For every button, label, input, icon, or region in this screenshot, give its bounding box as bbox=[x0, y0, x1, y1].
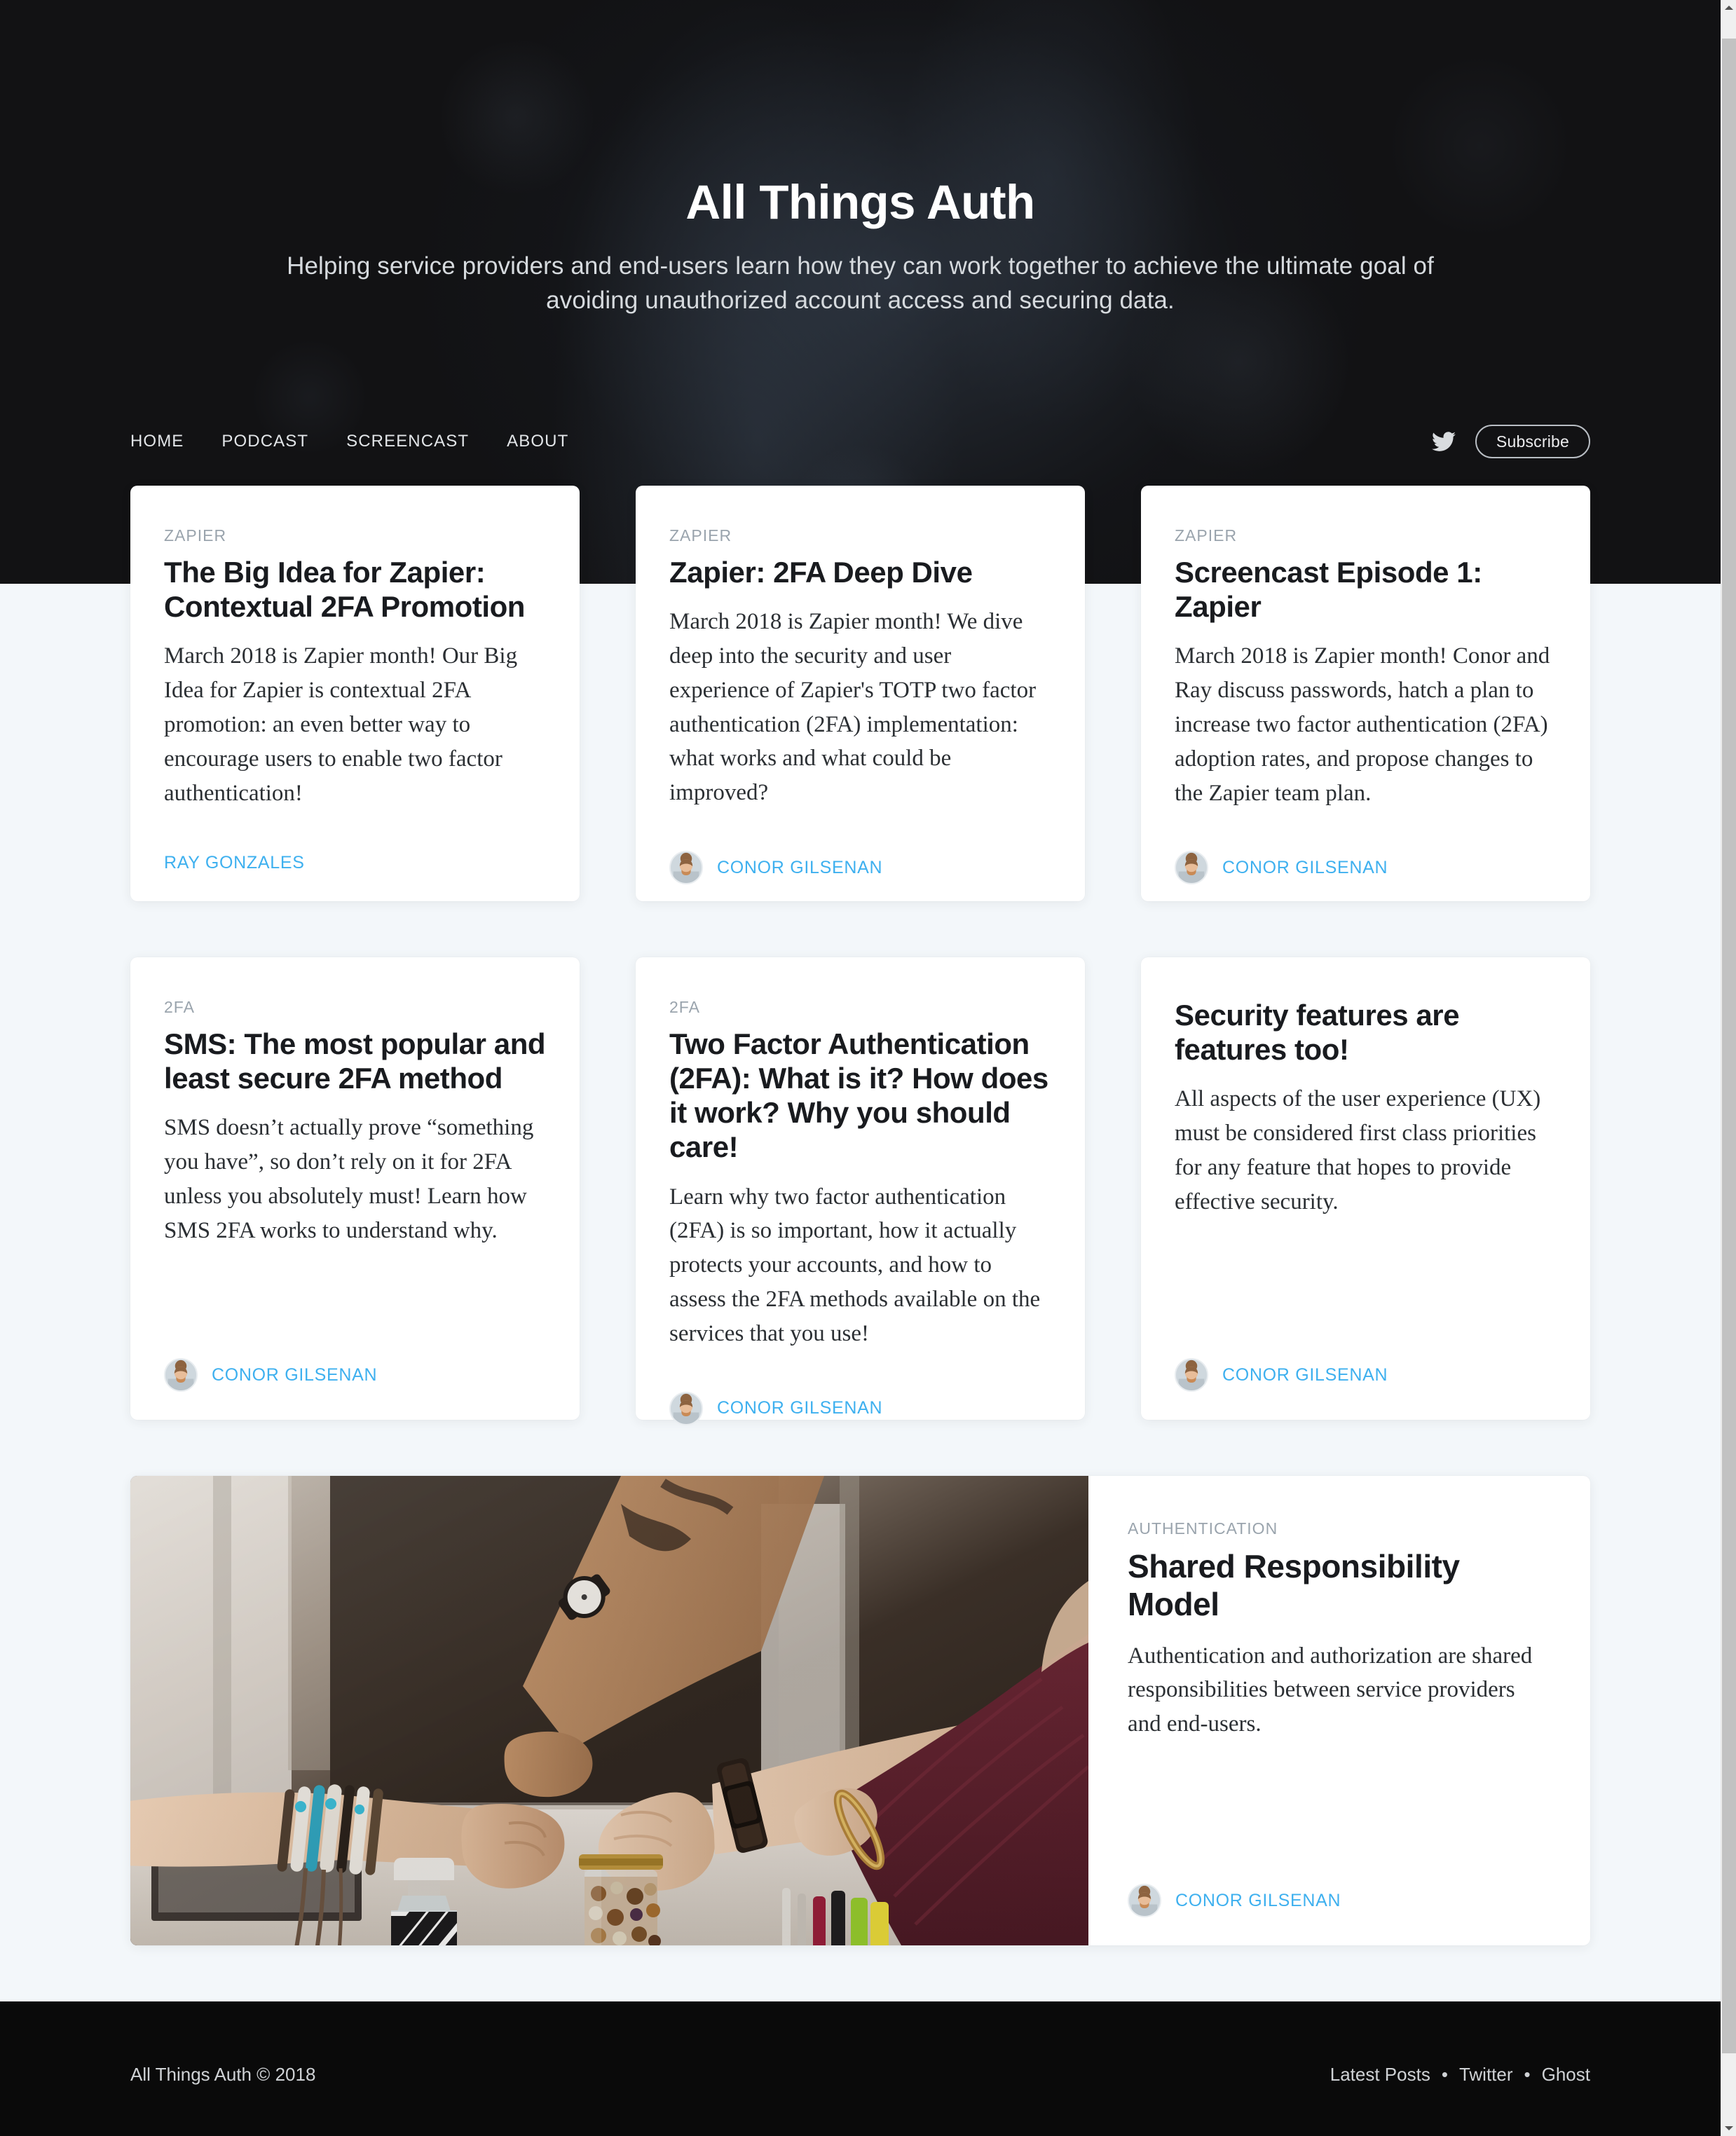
post-excerpt: Learn why two factor authentication (2FA… bbox=[669, 1184, 1041, 1346]
post-card[interactable]: 2FA SMS: The most popular and least secu… bbox=[130, 957, 580, 1420]
post-title[interactable]: SMS: The most popular and least secure 2… bbox=[164, 1027, 546, 1095]
post-author[interactable]: CONOR GILSENAN bbox=[717, 1398, 882, 1418]
nav-item-podcast[interactable]: PODCAST bbox=[221, 425, 308, 458]
avatar[interactable] bbox=[669, 1391, 703, 1425]
subscribe-button[interactable]: Subscribe bbox=[1475, 425, 1590, 458]
page-root: All Things Auth Helping service provider… bbox=[0, 0, 1736, 2136]
post-excerpt: All aspects of the user experience (UX) … bbox=[1175, 1086, 1541, 1214]
footer-separator: • bbox=[1524, 2063, 1531, 2085]
post-tag[interactable]: 2FA bbox=[164, 998, 546, 1017]
scroll-up-arrow-icon[interactable] bbox=[1721, 0, 1736, 15]
nav-item-about[interactable]: ABOUT bbox=[507, 425, 568, 458]
avatar[interactable] bbox=[669, 851, 703, 885]
post-tag[interactable]: ZAPIER bbox=[164, 526, 546, 545]
featured-post-card[interactable]: AUTHENTICATION Shared Responsibility Mod… bbox=[130, 1476, 1590, 1945]
post-meta: CONOR GILSENAN bbox=[1175, 1317, 1557, 1392]
scroll-down-arrow-icon[interactable] bbox=[1721, 2121, 1736, 2136]
post-title[interactable]: Zapier: 2FA Deep Dive bbox=[669, 555, 1051, 589]
post-title[interactable]: Security features are features too! bbox=[1175, 998, 1557, 1067]
footer-copyright: All Things Auth © 2018 bbox=[130, 2063, 316, 2085]
main-navigation: HOME PODCAST SCREENCAST ABOUT Subscribe bbox=[0, 415, 1721, 468]
post-excerpt: March 2018 is Zapier month! Conor and Ra… bbox=[1175, 643, 1550, 806]
post-author[interactable]: CONOR GILSENAN bbox=[1175, 1891, 1341, 1911]
avatar[interactable] bbox=[1175, 1358, 1208, 1392]
post-meta: CONOR GILSENAN bbox=[1175, 810, 1557, 885]
post-meta: CONOR GILSENAN bbox=[669, 1351, 1051, 1425]
post-title[interactable]: Shared Responsibility Model bbox=[1128, 1548, 1551, 1624]
footer-links: Latest Posts • Twitter • Ghost bbox=[1330, 2064, 1590, 2086]
post-tag[interactable]: AUTHENTICATION bbox=[1128, 1519, 1551, 1538]
avatar[interactable] bbox=[1175, 851, 1208, 885]
hero-content: All Things Auth Helping service provider… bbox=[0, 0, 1721, 318]
post-tag[interactable]: ZAPIER bbox=[669, 526, 1051, 545]
post-meta: RAY GONZALES bbox=[164, 812, 546, 873]
site-footer: All Things Auth © 2018 Latest Posts • Tw… bbox=[0, 2001, 1721, 2136]
post-meta: CONOR GILSENAN bbox=[164, 1317, 546, 1392]
post-card[interactable]: Security features are features too! All … bbox=[1141, 957, 1590, 1420]
post-feed: ZAPIER The Big Idea for Zapier: Contextu… bbox=[0, 486, 1721, 1945]
browser-viewport: All Things Auth Helping service provider… bbox=[0, 0, 1721, 2136]
post-author[interactable]: CONOR GILSENAN bbox=[1222, 858, 1388, 878]
avatar[interactable] bbox=[1128, 1884, 1161, 1917]
featured-post-body: AUTHENTICATION Shared Responsibility Mod… bbox=[1088, 1476, 1590, 1945]
site-title: All Things Auth bbox=[685, 175, 1035, 229]
post-meta: CONOR GILSENAN bbox=[669, 810, 1051, 885]
post-title[interactable]: Two Factor Authentication (2FA): What is… bbox=[669, 1027, 1051, 1165]
post-author[interactable]: CONOR GILSENAN bbox=[1222, 1365, 1388, 1385]
post-author[interactable]: CONOR GILSENAN bbox=[717, 858, 882, 878]
post-tag[interactable]: 2FA bbox=[669, 998, 1051, 1017]
twitter-icon[interactable] bbox=[1431, 430, 1456, 453]
post-author[interactable]: RAY GONZALES bbox=[164, 853, 305, 873]
post-excerpt: Authentication and authorization are sha… bbox=[1128, 1643, 1533, 1737]
post-card[interactable]: 2FA Two Factor Authentication (2FA): Wha… bbox=[636, 957, 1085, 1425]
scrollbar-thumb[interactable] bbox=[1722, 39, 1736, 2053]
nav-actions: Subscribe bbox=[1431, 425, 1590, 458]
post-card[interactable]: ZAPIER The Big Idea for Zapier: Contextu… bbox=[130, 486, 580, 901]
footer-link-twitter[interactable]: Twitter bbox=[1459, 2064, 1513, 2086]
nav-links: HOME PODCAST SCREENCAST ABOUT bbox=[130, 425, 606, 458]
footer-separator: • bbox=[1441, 2063, 1448, 2085]
featured-post-image bbox=[130, 1476, 1088, 1945]
post-grid-row-1: ZAPIER The Big Idea for Zapier: Contextu… bbox=[130, 486, 1590, 901]
post-excerpt: SMS doesn’t actually prove “something yo… bbox=[164, 1115, 534, 1243]
post-grid-row-2: 2FA SMS: The most popular and least secu… bbox=[130, 957, 1590, 1425]
post-card[interactable]: ZAPIER Screencast Episode 1: Zapier Marc… bbox=[1141, 486, 1590, 901]
post-title[interactable]: The Big Idea for Zapier: Contextual 2FA … bbox=[164, 555, 546, 624]
post-title[interactable]: Screencast Episode 1: Zapier bbox=[1175, 555, 1557, 624]
post-author[interactable]: CONOR GILSENAN bbox=[212, 1365, 377, 1385]
footer-link-latest-posts[interactable]: Latest Posts bbox=[1330, 2064, 1430, 2086]
nav-item-screencast[interactable]: SCREENCAST bbox=[346, 425, 469, 458]
post-meta: CONOR GILSENAN bbox=[1128, 1843, 1551, 1917]
site-description: Helping service providers and end-users … bbox=[287, 252, 1434, 315]
post-tag[interactable]: ZAPIER bbox=[1175, 526, 1557, 545]
avatar[interactable] bbox=[164, 1358, 198, 1392]
post-excerpt: March 2018 is Zapier month! We dive deep… bbox=[669, 609, 1037, 806]
nav-item-home[interactable]: HOME bbox=[130, 425, 184, 458]
post-card[interactable]: ZAPIER Zapier: 2FA Deep Dive March 2018 … bbox=[636, 486, 1085, 901]
browser-scrollbar[interactable] bbox=[1721, 0, 1736, 2136]
post-excerpt: March 2018 is Zapier month! Our Big Idea… bbox=[164, 643, 518, 806]
footer-link-ghost[interactable]: Ghost bbox=[1542, 2064, 1590, 2086]
